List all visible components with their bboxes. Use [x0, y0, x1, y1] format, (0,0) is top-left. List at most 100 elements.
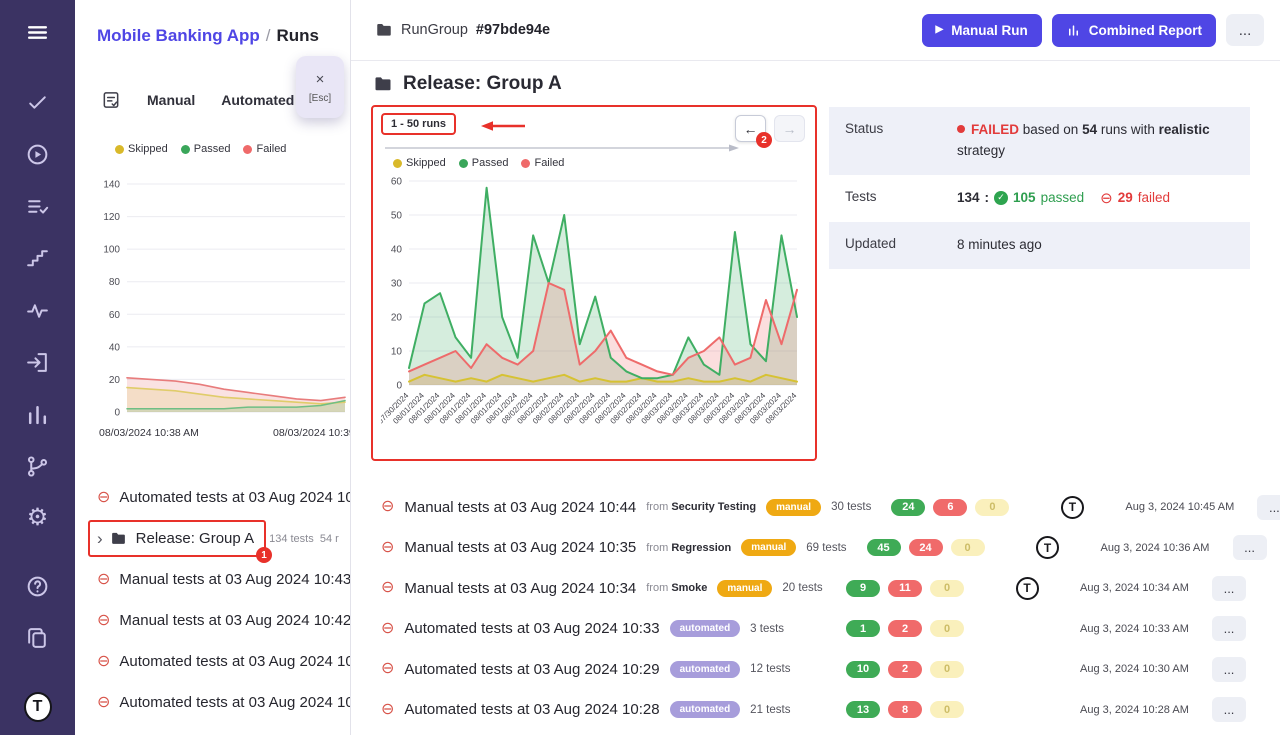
run-title[interactable]: Manual tests at 03 Aug 2024 10:35 — [404, 539, 636, 556]
status-row: Status FAILED based on 54 runs with real… — [829, 107, 1250, 175]
legend-label: Skipped — [128, 143, 168, 155]
prev-page-button[interactable]: ← 2 — [735, 115, 766, 142]
settings-gear-icon[interactable]: ⚙ — [24, 504, 52, 532]
legend-dot — [115, 145, 124, 154]
run-source: from Regression — [646, 542, 731, 554]
failed-count-badge: 24 — [909, 539, 943, 556]
run-source: from Smoke — [646, 582, 707, 594]
run-row[interactable]: ⊖Automated tests at 03 Aug 2024 10:29aut… — [371, 649, 1250, 690]
run-title[interactable]: Manual tests at 03 Aug 2024 10:43 — [119, 571, 351, 588]
tests-total: 134 — [957, 188, 980, 209]
logo-icon[interactable]: T — [24, 693, 52, 721]
combined-report-button[interactable]: Combined Report — [1052, 14, 1216, 47]
tests-count: 12 tests — [750, 663, 790, 675]
row-more-button[interactable]: ... — [1212, 697, 1246, 722]
sidebar-run-item[interactable]: ⊖ Automated tests at 03 Aug 2024 10 — [75, 682, 350, 723]
steps-icon[interactable] — [24, 244, 52, 272]
run-title[interactable]: Automated tests at 03 Aug 2024 10:29 — [404, 661, 659, 678]
run-title[interactable]: Automated tests at 03 Aug 2024 10 — [119, 653, 351, 670]
run-date: Aug 3, 2024 10:30 AM — [1080, 663, 1202, 675]
result-badges: 1020 — [846, 661, 974, 678]
run-type-badge: automated — [670, 620, 741, 637]
sidebar-run-group-item[interactable]: ›Release: Group A134 tests 54 r1 — [75, 518, 350, 559]
sidebar-run-item[interactable]: ⊖Manual tests at 03 Aug 2024 10:42 — [75, 600, 350, 641]
analytics-icon[interactable] — [24, 400, 52, 428]
skipped-count-badge: 0 — [975, 499, 1009, 516]
sidebar-run-item[interactable]: ⊖Automated tests at 03 Aug 2024 — [75, 723, 350, 735]
run-row[interactable]: ⊖Automated tests at 03 Aug 2024 10:33aut… — [371, 609, 1250, 650]
header-more-button[interactable]: ... — [1226, 14, 1264, 46]
failed-minus-icon: ⊖ — [1100, 191, 1113, 206]
run-row[interactable]: ⊖Manual tests at 03 Aug 2024 10:35from R… — [371, 528, 1250, 569]
run-source: from Security Testing — [646, 501, 756, 513]
run-title[interactable]: Automated tests at 03 Aug 2024 10 — [119, 489, 351, 506]
annotation-arrow — [475, 120, 529, 132]
sidebar-run-item[interactable]: ⊖Manual tests at 03 Aug 2024 10:43 — [75, 559, 350, 600]
manual-run-button[interactable]: ▶ Manual Run — [922, 14, 1042, 47]
avatar: T — [1061, 496, 1084, 519]
tab-manual[interactable]: Manual — [147, 92, 195, 108]
breadcrumb-page: Runs — [277, 26, 320, 45]
group-row: 1 - 50 runs ← 2 → S — [371, 105, 1250, 461]
close-icon: × — [316, 71, 325, 88]
run-row[interactable]: ⊖Automated tests at 03 Aug 2024 10:28aut… — [371, 690, 1250, 731]
breadcrumb-project[interactable]: Mobile Banking App — [97, 26, 260, 45]
run-title[interactable]: Manual tests at 03 Aug 2024 10:44 — [404, 499, 636, 516]
svg-text:80: 80 — [109, 277, 121, 288]
updated-value: 8 minutes ago — [957, 235, 1042, 256]
avatar-slot: T — [984, 577, 1070, 600]
run-title[interactable]: Manual tests at 03 Aug 2024 10:42 — [119, 612, 351, 629]
sidebar-run-item[interactable]: ⊖ Automated tests at 03 Aug 2024 10 — [75, 641, 350, 682]
run-row[interactable]: ⊖ Manual tests at 03 Aug 2024 10:34 from S… — [371, 568, 1250, 609]
next-page-button[interactable]: → — [774, 115, 805, 142]
run-type-badge: manual — [766, 499, 821, 516]
failed-status-icon: ⊖ — [381, 580, 394, 596]
run-title[interactable]: Automated tests at 03 Aug 2024 10:28 — [404, 701, 659, 718]
run-date: Aug 3, 2024 10:34 AM — [1080, 582, 1202, 594]
runs-history-chart: 140120100806040200 08/03/2024 10:38 AM 0… — [75, 158, 350, 441]
branches-icon[interactable] — [24, 452, 52, 480]
svg-text:40: 40 — [109, 342, 121, 353]
test-plans-icon[interactable] — [24, 192, 52, 220]
skipped-count-badge: 0 — [930, 661, 964, 678]
sidebar-run-item[interactable]: ⊖Automated tests at 03 Aug 2024 10 — [75, 477, 350, 518]
legend-dot — [181, 145, 190, 154]
failed-count-badge: 8 — [888, 701, 922, 718]
failed-status-icon: ⊖ — [97, 695, 110, 711]
group-content: Release: Group A 1 - 50 runs ← 2 — [351, 61, 1280, 735]
row-more-button[interactable]: ... — [1233, 535, 1267, 560]
run-group-title[interactable]: Release: Group A — [136, 530, 254, 547]
run-title[interactable]: Manual tests at 03 Aug 2024 10:34 — [404, 580, 636, 597]
survey-icon[interactable] — [101, 90, 121, 110]
top-bar: RunGroup #97bde94e ▶ Manual Run Combined… — [351, 0, 1280, 61]
close-esc-button[interactable]: × [Esc] — [296, 56, 344, 118]
failed-status-icon: ⊖ — [97, 654, 110, 670]
row-more-button[interactable]: ... — [1212, 657, 1246, 682]
result-badges: 1380 — [846, 701, 974, 718]
legend-dot — [243, 145, 252, 154]
row-more-button[interactable]: ... — [1212, 576, 1246, 601]
import-icon[interactable] — [24, 348, 52, 376]
tab-automated[interactable]: Automated — [221, 92, 294, 108]
run-title[interactable]: Automated tests at 03 Aug 2024 10 — [119, 694, 351, 711]
chevron-right-icon[interactable]: › — [97, 529, 103, 549]
menu-icon[interactable] — [24, 18, 52, 46]
run-title[interactable]: Automated tests at 03 Aug 2024 10:33 — [404, 620, 659, 637]
pulse-icon[interactable] — [24, 296, 52, 324]
help-icon[interactable] — [24, 572, 52, 600]
legend-dot — [521, 159, 530, 168]
run-row[interactable]: ⊖Manual tests at 03 Aug 2024 10:44from S… — [371, 487, 1250, 528]
tasks-check-icon[interactable] — [24, 88, 52, 116]
runs-range-label: 1 - 50 runs — [381, 113, 456, 135]
svg-text:60: 60 — [391, 177, 403, 188]
rungroup-id: #97bde94e — [476, 22, 550, 38]
svg-text:0: 0 — [396, 381, 402, 392]
row-more-button[interactable]: ... — [1212, 616, 1246, 641]
run-group-meta: 134 tests 54 r — [269, 533, 339, 545]
runs-play-icon[interactable] — [24, 140, 52, 168]
docs-copy-icon[interactable] — [24, 624, 52, 652]
tests-count: 20 tests — [782, 582, 822, 594]
play-icon: ▶ — [936, 25, 944, 35]
group-chart-legend: SkippedPassedFailed — [393, 155, 807, 171]
row-more-button[interactable]: ... — [1257, 495, 1280, 520]
